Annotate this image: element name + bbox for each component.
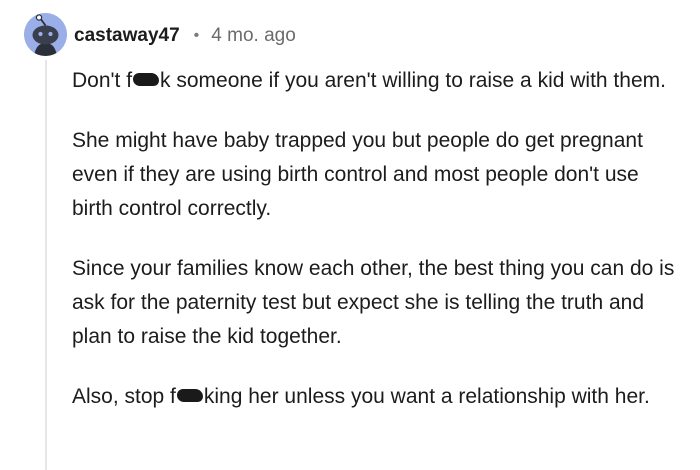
redaction-scribble-icon <box>176 389 203 402</box>
thread-line[interactable] <box>45 60 47 470</box>
paragraph-text-after-redaction: k someone if you aren't willing to raise… <box>160 69 666 92</box>
avatar[interactable] <box>24 13 67 56</box>
paragraph-text-before-redaction: Also, stop f <box>72 385 176 408</box>
paragraph-text-after-redaction: king her unless you want a relationship … <box>203 385 650 408</box>
reddit-snoo-avatar-icon <box>24 13 67 56</box>
username[interactable]: castaway47 <box>74 25 180 47</box>
redaction-scribble-icon <box>133 73 160 86</box>
paragraph-text-before-redaction: Don't f <box>72 69 133 92</box>
comment-paragraph: Also, stop f king her unless you want a r… <box>72 380 682 414</box>
meta-separator: • <box>193 27 200 44</box>
comment-paragraph: Since your families know each other, the… <box>72 257 675 348</box>
comment-paragraph: She might have baby trapped you but peop… <box>72 129 643 220</box>
comment-body: Don't f k someone if you aren't willing t… <box>72 64 682 440</box>
comment-meta: castaway47 • 4 mo. ago <box>74 24 296 48</box>
timestamp[interactable]: 4 mo. ago <box>211 25 296 47</box>
comment: castaway47 • 4 mo. ago Don't f k someone … <box>0 0 700 470</box>
comment-paragraph: Don't f k someone if you aren't willing t… <box>72 64 682 98</box>
